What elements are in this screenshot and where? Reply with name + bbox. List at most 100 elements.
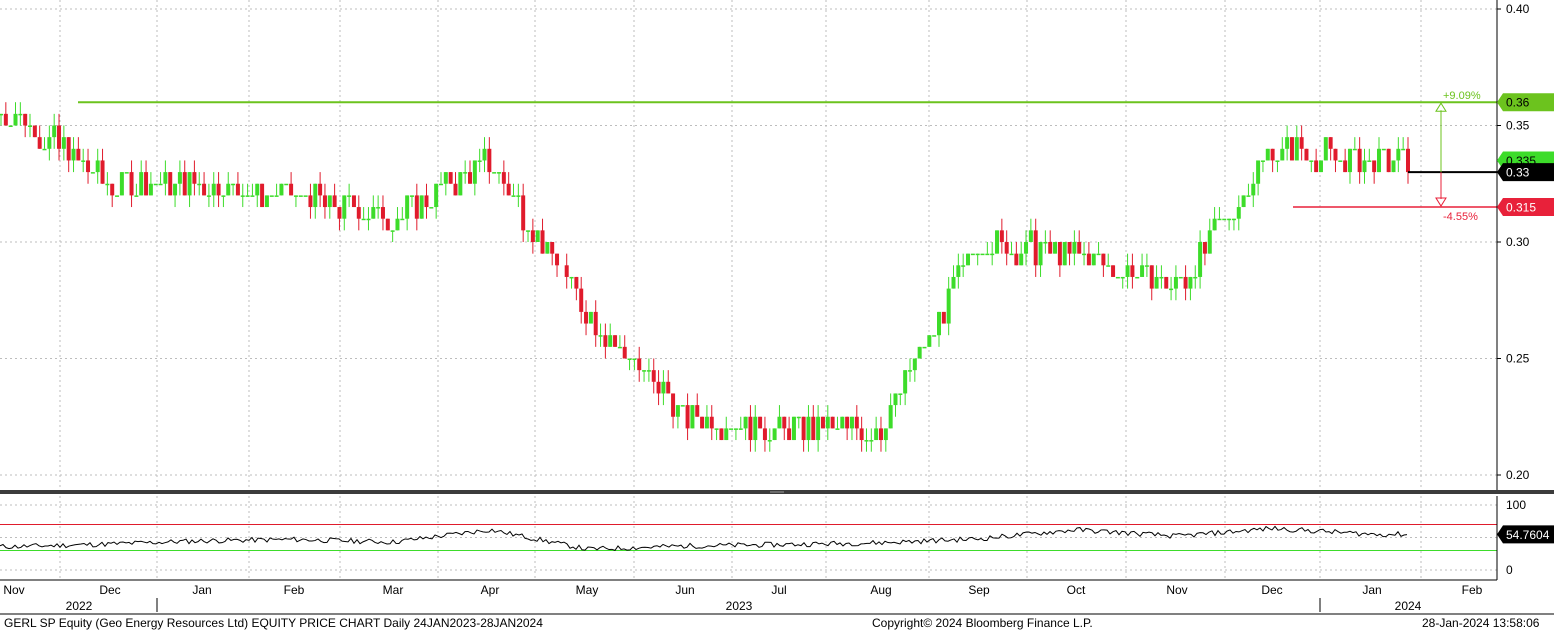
candle-body	[429, 207, 434, 209]
candle-body	[985, 253, 990, 256]
candle-body	[197, 183, 202, 186]
candle-body	[279, 183, 284, 196]
candle-body	[255, 183, 260, 196]
candle-body	[1004, 242, 1009, 254]
candle-body	[1396, 148, 1401, 161]
candle-body	[1101, 253, 1106, 266]
candle-body	[782, 416, 787, 429]
candle-body	[443, 172, 448, 184]
candle-body	[1159, 276, 1164, 279]
candle-body	[37, 137, 42, 149]
candle-body	[1280, 148, 1285, 161]
candle-body	[995, 230, 1000, 254]
candle-body	[932, 335, 937, 337]
candle-body	[878, 428, 883, 441]
candle-body	[1304, 148, 1309, 161]
upside-arrow-head	[1435, 102, 1447, 112]
candle-body	[3, 113, 8, 126]
candle-body	[173, 183, 178, 196]
candle-body	[1318, 160, 1323, 173]
candle-body	[163, 172, 168, 184]
candle-body	[738, 428, 743, 430]
candle-body	[1106, 265, 1111, 267]
candle-body	[110, 183, 115, 196]
candle-body	[453, 183, 458, 196]
candle-body	[119, 172, 124, 196]
candle-body	[1048, 242, 1053, 254]
candle-body	[395, 218, 400, 231]
rsi-tick-label: 100	[1506, 498, 1526, 512]
lower-target-price-text: 0.315	[1506, 201, 1536, 215]
candle-body	[671, 393, 676, 417]
candle-body	[1347, 148, 1352, 173]
candle-body	[332, 195, 337, 208]
candle-body	[139, 172, 144, 196]
candle-body	[685, 405, 690, 429]
candle-body	[1009, 253, 1014, 256]
time-axis: Nov Dec Jan Feb Mar Apr May Jun Jul Aug Sep Oct Nov D…	[0, 579, 1554, 615]
candle-body	[709, 416, 714, 429]
candle-body	[840, 416, 845, 429]
candle-body	[758, 416, 763, 429]
candle-body	[342, 195, 347, 219]
candle-body	[661, 381, 666, 394]
candle-body	[57, 125, 62, 149]
candle-body	[1357, 148, 1362, 173]
candle-body	[298, 195, 303, 197]
candle-body	[86, 160, 91, 173]
month-label: Jan	[192, 583, 211, 597]
candle-body	[888, 405, 893, 429]
candle-body	[937, 311, 941, 336]
month-label: Feb	[1462, 583, 1483, 597]
candle-body	[893, 393, 898, 406]
candle-body	[1367, 160, 1372, 162]
candle-body	[622, 346, 627, 359]
candle-body	[1091, 253, 1096, 266]
candle-body	[656, 381, 661, 394]
candle-body	[52, 125, 57, 138]
candle-body	[318, 183, 323, 196]
price-tick-label: 0.25	[1506, 352, 1530, 366]
candle-body	[922, 346, 927, 349]
candle-body	[472, 160, 477, 184]
candle-body	[202, 183, 207, 196]
candle-body	[1391, 160, 1396, 173]
candle-body	[264, 195, 269, 208]
candle-body	[927, 335, 932, 347]
candle-body	[1386, 148, 1391, 173]
candle-body	[1024, 242, 1029, 254]
candle-body	[327, 195, 332, 208]
candle-body	[1140, 265, 1145, 277]
candle-body	[990, 253, 995, 256]
rsi-tick-label: 0	[1506, 563, 1513, 577]
candle-body	[28, 125, 33, 127]
candle-body	[767, 440, 772, 442]
candle-body	[1067, 242, 1072, 254]
candle-body	[1236, 207, 1241, 219]
candle-body	[898, 393, 903, 395]
candle-body	[970, 253, 975, 256]
candle-body	[1217, 218, 1222, 221]
candle-body	[211, 183, 216, 196]
candle-body	[859, 428, 864, 441]
candle-body	[1212, 218, 1217, 231]
candle-body	[90, 172, 95, 174]
candle-body	[956, 265, 961, 277]
candle-body	[1294, 137, 1299, 161]
candle-body	[1028, 230, 1033, 242]
candle-body	[235, 183, 240, 196]
candle-body	[1062, 242, 1067, 266]
month-label: Feb	[284, 583, 305, 597]
candle-body	[1014, 253, 1019, 266]
candle-body	[32, 125, 37, 138]
candle-body	[613, 335, 618, 347]
candle-body	[438, 183, 443, 186]
price-tick-label: 0.20	[1506, 468, 1530, 482]
candle-body	[849, 416, 854, 429]
candle-body	[1086, 253, 1091, 266]
candle-body	[961, 265, 966, 267]
candle-body	[61, 137, 66, 149]
candle-body	[1352, 148, 1357, 151]
timestamp-text: 28-Jan-2024 13:58:06	[1422, 616, 1540, 630]
candle-body	[598, 335, 603, 337]
